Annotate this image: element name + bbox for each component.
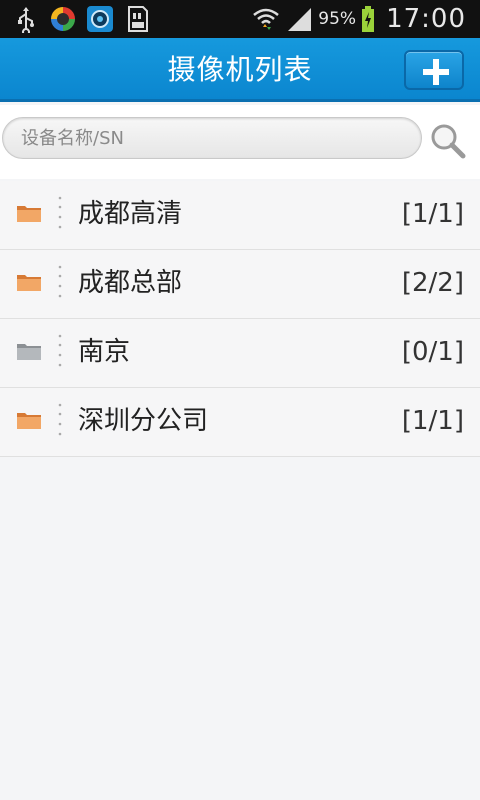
signal-icon	[288, 8, 312, 31]
search-input[interactable]	[2, 117, 422, 159]
list-item[interactable]: 成都总部 [2/2]	[0, 250, 480, 319]
camera-group-list: 成都高清 [1/1] 成都总部 [2/2] 南京 [0/1] 深圳分公司 [1/…	[0, 181, 480, 457]
status-bar: 95% 17:00	[0, 0, 480, 38]
add-camera-button[interactable]	[404, 50, 464, 90]
title-bar: 摄像机列表	[0, 38, 480, 102]
online-count: [2/2]	[401, 268, 464, 298]
folder-icon	[17, 275, 41, 291]
system-icons: 95% 17:00	[252, 4, 480, 34]
notification-icons	[0, 5, 151, 33]
wifi-icon	[253, 8, 280, 30]
battery-percent: 95%	[318, 9, 357, 29]
separator-dots	[58, 265, 62, 298]
group-name: 南京	[78, 337, 131, 367]
separator-dots	[58, 403, 62, 436]
list-item[interactable]: 南京 [0/1]	[0, 319, 480, 388]
online-count: [1/1]	[401, 406, 464, 436]
online-count: [1/1]	[401, 199, 464, 229]
online-count: [0/1]	[401, 337, 464, 367]
usb-icon	[18, 7, 34, 33]
separator-dots	[58, 334, 62, 367]
sd-card-icon	[128, 6, 148, 32]
folder-gray-icon	[17, 344, 41, 360]
battery-charging-icon	[362, 6, 375, 32]
folder-icon	[17, 413, 41, 429]
separator-dots	[58, 196, 62, 229]
group-name: 成都高清	[78, 199, 183, 229]
list-item[interactable]: 深圳分公司 [1/1]	[0, 388, 480, 457]
app-icon-2	[87, 6, 113, 32]
list-item[interactable]: 成都高清 [1/1]	[0, 181, 480, 250]
folder-icon	[17, 206, 41, 222]
search-icon[interactable]	[428, 121, 468, 161]
plus-icon	[423, 59, 449, 85]
group-name: 成都总部	[78, 268, 183, 298]
group-name: 深圳分公司	[78, 406, 209, 436]
search-bar	[0, 105, 480, 179]
app-icon-1	[51, 7, 75, 31]
clock: 17:00	[386, 4, 466, 34]
